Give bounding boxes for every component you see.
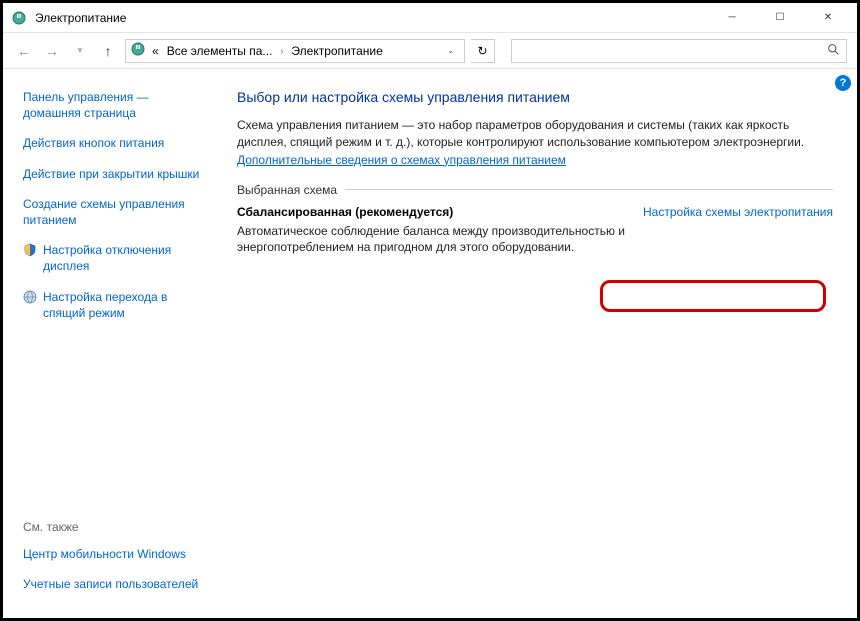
- breadcrumb-dropdown-icon[interactable]: ⌄: [447, 46, 460, 55]
- titlebar: Электропитание ─ ☐ ✕: [3, 3, 857, 33]
- maximize-button[interactable]: ☐: [765, 8, 795, 28]
- more-info-link[interactable]: Дополнительные сведения о схемах управле…: [237, 153, 566, 167]
- minimize-button[interactable]: ─: [717, 8, 747, 28]
- sidebar-display-off-link[interactable]: Настройка отключения дисплея: [43, 242, 201, 274]
- page-heading: Выбор или настройка схемы управления пит…: [237, 89, 833, 105]
- breadcrumb-prefix[interactable]: «: [150, 44, 161, 58]
- forward-button[interactable]: →: [41, 40, 63, 62]
- globe-icon: [23, 290, 37, 304]
- search-icon: [827, 43, 840, 59]
- navbar: ← → ▼ ↑ « Все элементы па... › Электропи…: [3, 33, 857, 69]
- sidebar-user-accounts-link[interactable]: Учетные записи пользователей: [23, 576, 201, 592]
- back-button[interactable]: ←: [13, 40, 35, 62]
- chevron-right-icon: ›: [280, 46, 283, 56]
- breadcrumb[interactable]: « Все элементы па... › Электропитание ⌄: [125, 39, 465, 63]
- sidebar-sleep-mode-link[interactable]: Настройка перехода в спящий режим: [43, 289, 201, 321]
- sidebar: Панель управления — домашняя страница Де…: [3, 69, 213, 618]
- breadcrumb-icon: [130, 41, 146, 60]
- selected-scheme-label: Выбранная схема: [237, 183, 833, 197]
- content-area: Панель управления — домашняя страница Де…: [3, 69, 857, 618]
- sidebar-lid-close-link[interactable]: Действие при закрытии крышки: [23, 166, 201, 182]
- window-controls: ─ ☐ ✕: [717, 8, 843, 28]
- breadcrumb-part2[interactable]: Электропитание: [289, 44, 384, 58]
- see-also-label: См. также: [23, 520, 201, 534]
- breadcrumb-part1[interactable]: Все элементы па...: [165, 44, 275, 58]
- help-icon[interactable]: ?: [835, 75, 851, 91]
- search-input[interactable]: [511, 39, 847, 63]
- close-button[interactable]: ✕: [813, 8, 843, 28]
- history-dropdown[interactable]: ▼: [69, 40, 91, 62]
- plan-settings-link[interactable]: Настройка схемы электропитания: [643, 205, 833, 219]
- up-button[interactable]: ↑: [97, 40, 119, 62]
- shield-icon: [23, 243, 37, 257]
- sidebar-home-link[interactable]: Панель управления — домашняя страница: [23, 89, 201, 121]
- refresh-button[interactable]: ↻: [471, 39, 495, 63]
- sidebar-power-buttons-link[interactable]: Действия кнопок питания: [23, 135, 201, 151]
- page-description: Схема управления питанием — это набор па…: [237, 117, 833, 151]
- power-plug-icon: [11, 10, 27, 26]
- plan-name: Сбалансированная (рекомендуется): [237, 205, 633, 219]
- sidebar-mobility-center-link[interactable]: Центр мобильности Windows: [23, 546, 201, 562]
- plan-description: Автоматическое соблюдение баланса между …: [237, 223, 633, 257]
- power-plan-row: Сбалансированная (рекомендуется) Автомат…: [237, 205, 833, 257]
- window-title: Электропитание: [35, 11, 717, 25]
- divider: [345, 189, 833, 190]
- sidebar-create-plan-link[interactable]: Создание схемы управления питанием: [23, 196, 201, 228]
- main-panel: ? Выбор или настройка схемы управления п…: [213, 69, 857, 618]
- selected-scheme-text: Выбранная схема: [237, 183, 337, 197]
